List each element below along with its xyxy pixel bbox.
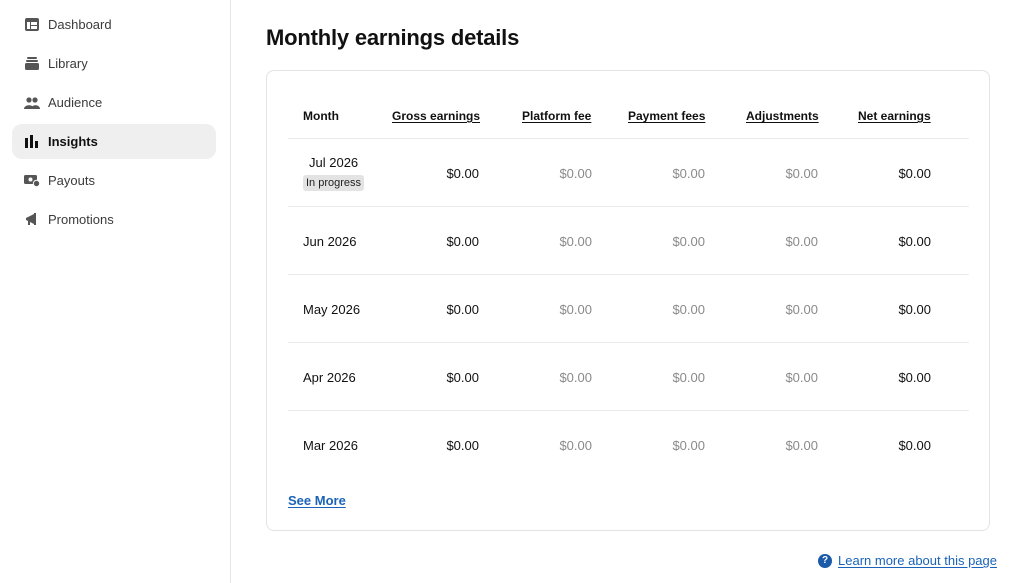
help-link[interactable]: ? Learn more about this page [818, 553, 997, 568]
column-header-month: Month [303, 109, 339, 123]
net-earnings-cell: $0.00 [898, 370, 931, 385]
sidebar-item-label: Promotions [48, 212, 114, 227]
platform-fee-cell: $0.00 [559, 370, 592, 385]
platform-fee-cell: $0.00 [559, 302, 592, 317]
net-earnings-cell: $0.00 [898, 234, 931, 249]
adjustments-cell: $0.00 [785, 370, 818, 385]
earnings-card: Month Gross earnings Platform fee Paymen… [266, 70, 990, 531]
month-cell: Mar 2026 [303, 438, 358, 453]
adjustments-cell: $0.00 [785, 438, 818, 453]
sidebar-item-dashboard[interactable]: Dashboard [12, 7, 216, 42]
gross-earnings-cell: $0.00 [446, 234, 479, 249]
net-earnings-cell: $0.00 [898, 166, 931, 181]
platform-fee-cell: $0.00 [559, 438, 592, 453]
see-more-link[interactable]: See More [288, 493, 346, 508]
sidebar-item-label: Insights [48, 134, 98, 149]
gross-earnings-cell: $0.00 [446, 438, 479, 453]
help-link-text: Learn more about this page [838, 553, 997, 568]
sidebar-item-library[interactable]: Library [12, 46, 216, 81]
payouts-icon [24, 173, 40, 189]
payment-fees-cell: $0.00 [672, 438, 705, 453]
help-icon: ? [818, 553, 832, 568]
adjustments-cell: $0.00 [785, 166, 818, 181]
month-cell: Apr 2026 [303, 370, 356, 385]
sidebar-item-audience[interactable]: Audience [12, 85, 216, 120]
payment-fees-cell: $0.00 [672, 166, 705, 181]
table-divider [288, 342, 969, 343]
insights-icon [24, 134, 40, 150]
table-divider [288, 274, 969, 275]
page-title: Monthly earnings details [266, 25, 520, 50]
payment-fees-cell: $0.00 [672, 234, 705, 249]
dashboard-icon [24, 17, 40, 33]
sidebar-item-promotions[interactable]: Promotions [12, 202, 216, 237]
status-badge: In progress [303, 175, 365, 191]
sidebar-item-label: Payouts [48, 173, 95, 188]
table-divider [288, 138, 969, 139]
adjustments-cell: $0.00 [785, 234, 818, 249]
promotions-icon [24, 212, 40, 228]
table-divider [288, 206, 969, 207]
gross-earnings-cell: $0.00 [446, 302, 479, 317]
adjustments-cell: $0.00 [785, 302, 818, 317]
payment-fees-cell: $0.00 [672, 370, 705, 385]
payment-fees-cell: $0.00 [672, 302, 705, 317]
month-cell: Jun 2026 [303, 234, 357, 249]
column-header-adjustments[interactable]: Adjustments [746, 109, 819, 123]
sidebar-item-label: Library [48, 56, 88, 71]
sidebar-item-insights[interactable]: Insights [12, 124, 216, 159]
column-header-payment-fees[interactable]: Payment fees [628, 109, 705, 123]
column-header-platform-fee[interactable]: Platform fee [522, 109, 591, 123]
month-cell: Jul 2026 [309, 155, 359, 170]
gross-earnings-cell: $0.00 [446, 370, 479, 385]
net-earnings-cell: $0.00 [898, 438, 931, 453]
sidebar-item-label: Audience [48, 95, 103, 110]
platform-fee-cell: $0.00 [559, 234, 592, 249]
sidebar: Dashboard Library Audience Insights Payo… [0, 0, 231, 583]
month-cell: May 2026 [303, 302, 361, 317]
gross-earnings-cell: $0.00 [446, 166, 479, 181]
platform-fee-cell: $0.00 [559, 166, 592, 181]
audience-icon [24, 95, 40, 111]
table-divider [288, 410, 969, 411]
column-header-net-earnings[interactable]: Net earnings [858, 109, 931, 123]
column-header-gross-earnings[interactable]: Gross earnings [392, 109, 480, 123]
sidebar-item-label: Dashboard [48, 17, 112, 32]
library-icon [24, 56, 40, 72]
sidebar-item-payouts[interactable]: Payouts [12, 163, 216, 198]
net-earnings-cell: $0.00 [898, 302, 931, 317]
